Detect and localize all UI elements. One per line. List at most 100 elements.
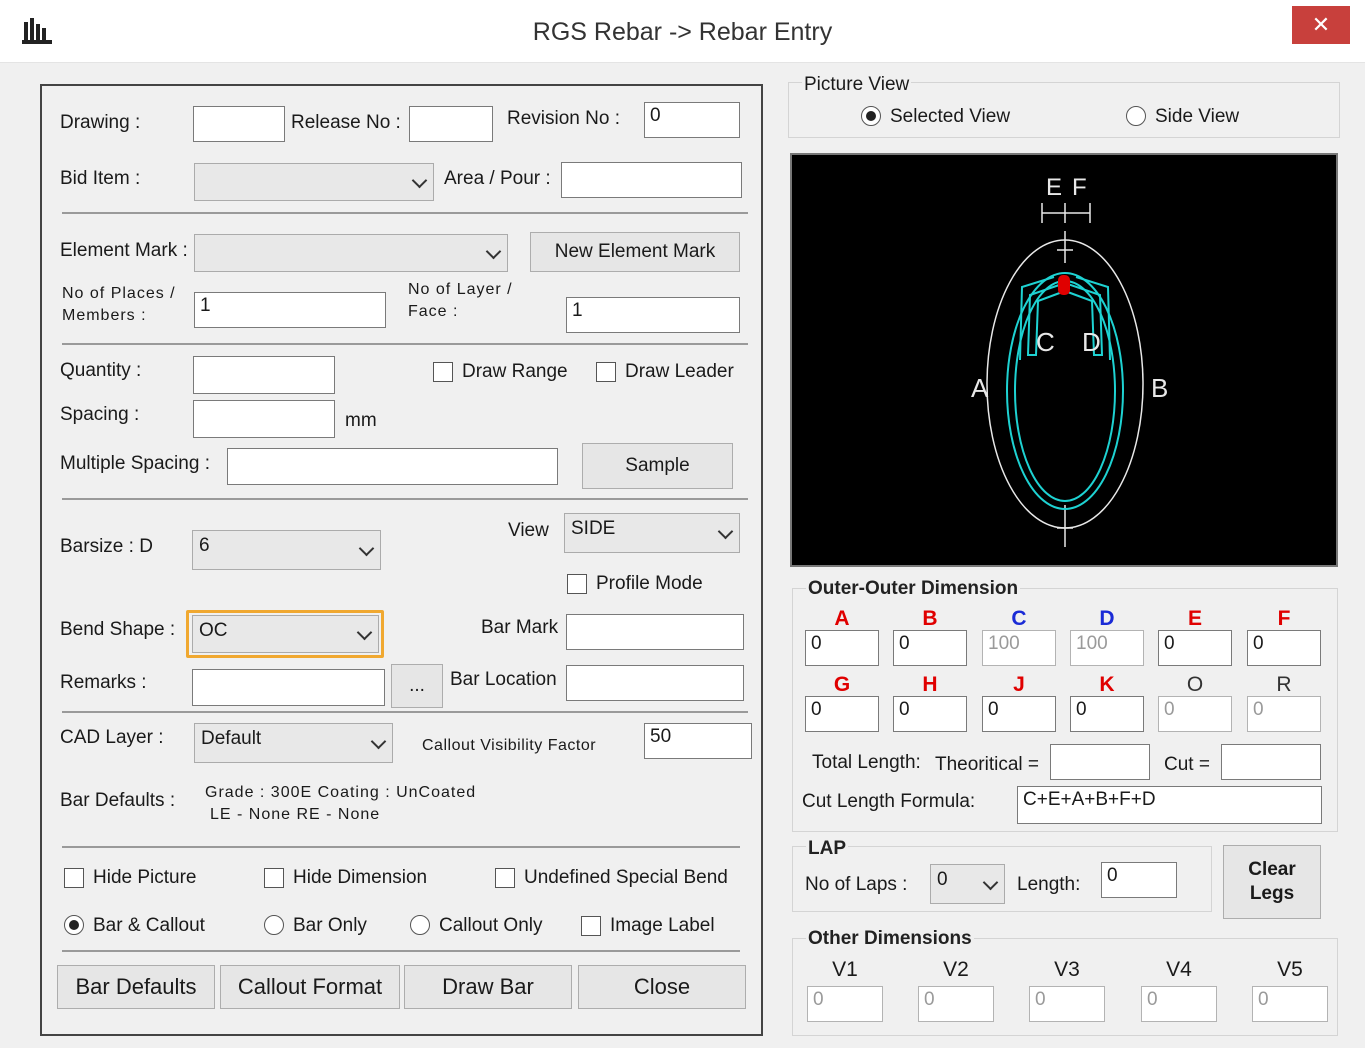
draw-bar-button[interactable]: Draw Bar — [404, 965, 572, 1009]
no-of-laps-value: 0 — [937, 869, 948, 890]
dim-field-g[interactable]: 0 — [805, 696, 879, 732]
area-pour-field[interactable] — [561, 162, 742, 198]
element-mark-select[interactable] — [194, 234, 508, 272]
hide-picture-checkbox[interactable] — [64, 868, 84, 888]
dim-label-a: A — [971, 373, 989, 403]
quantity-field[interactable] — [193, 356, 335, 394]
view-label: View — [508, 520, 549, 541]
bar-mark-field[interactable] — [566, 614, 744, 650]
bar-callout-radio[interactable] — [64, 915, 84, 935]
bar-only-radio[interactable] — [264, 915, 284, 935]
cad-layer-label: CAD Layer : — [60, 727, 164, 748]
bar-location-field[interactable] — [566, 665, 744, 701]
chevron-down-icon — [370, 733, 387, 750]
drawing-field[interactable] — [193, 106, 285, 142]
bid-item-select[interactable] — [194, 163, 434, 201]
spacing-unit: mm — [345, 410, 377, 431]
chevron-down-icon — [358, 540, 375, 557]
remarks-browse-button[interactable]: ... — [391, 664, 443, 708]
remarks-field[interactable] — [192, 669, 385, 706]
other-key-v4: V4 — [1166, 958, 1192, 981]
cut-length-formula-field[interactable]: C+E+A+B+F+D — [1017, 786, 1322, 824]
image-label-checkbox[interactable] — [581, 916, 601, 936]
other-field-v2: 0 — [918, 986, 994, 1022]
other-key-v1: V1 — [832, 958, 858, 981]
bar-defaults-line2: LE - None RE - None — [210, 806, 381, 823]
sample-button[interactable]: Sample — [582, 443, 733, 489]
dim-field-b[interactable]: 0 — [893, 630, 967, 666]
close-button[interactable]: Close — [578, 965, 746, 1009]
barsize-select[interactable]: 6 — [192, 530, 381, 570]
bar-only-label: Bar Only — [293, 915, 367, 936]
callout-format-button[interactable]: Callout Format — [220, 965, 400, 1009]
divider — [62, 212, 748, 214]
release-field[interactable] — [409, 106, 493, 142]
lap-length-label: Length: — [1017, 874, 1081, 895]
no-of-laps-select[interactable]: 0 — [930, 864, 1005, 904]
hide-dimension-checkbox[interactable] — [264, 868, 284, 888]
view-select[interactable]: SIDE — [564, 513, 740, 553]
clear-legs-button[interactable]: Clear Legs — [1223, 845, 1321, 919]
total-length-label: Total Length: — [812, 752, 921, 773]
draw-leader-label: Draw Leader — [625, 361, 734, 382]
dim-field-j[interactable]: 0 — [982, 696, 1056, 732]
bar-defaults-line1: Grade : 300E Coating : UnCoated — [205, 784, 477, 801]
other-field-v3: 0 — [1029, 986, 1105, 1022]
theoretical-length-field[interactable] — [1050, 744, 1150, 780]
bend-shape-select[interactable]: OC — [192, 615, 379, 653]
bar-callout-label: Bar & Callout — [93, 915, 205, 936]
side-view-radio[interactable] — [1126, 106, 1146, 126]
other-key-v2: V2 — [943, 958, 969, 981]
dim-field-a[interactable]: 0 — [805, 630, 879, 666]
close-window-button[interactable]: ✕ — [1292, 6, 1350, 44]
drawing-label: Drawing : — [60, 112, 141, 133]
quantity-label: Quantity : — [60, 360, 142, 381]
other-key-v5: V5 — [1277, 958, 1303, 981]
draw-leader-checkbox[interactable] — [596, 362, 616, 382]
lap-length-field[interactable]: 0 — [1101, 862, 1177, 898]
multiple-spacing-label: Multiple Spacing : — [60, 453, 210, 474]
revision-field[interactable]: 0 — [644, 102, 740, 138]
draw-range-checkbox[interactable] — [433, 362, 453, 382]
element-mark-label: Element Mark : — [60, 240, 188, 261]
profile-mode-label: Profile Mode — [596, 573, 703, 594]
spacing-field[interactable] — [193, 400, 335, 438]
other-field-v5: 0 — [1252, 986, 1328, 1022]
other-field-v1: 0 — [807, 986, 883, 1022]
multiple-spacing-field[interactable] — [227, 448, 558, 485]
hide-picture-label: Hide Picture — [93, 867, 197, 888]
callout-only-radio[interactable] — [410, 915, 430, 935]
bar-defaults-button[interactable]: Bar Defaults — [57, 965, 215, 1009]
dim-label-c: C — [1036, 327, 1055, 357]
places-field[interactable]: 1 — [194, 292, 386, 328]
divider — [62, 498, 748, 500]
profile-mode-checkbox[interactable] — [567, 574, 587, 594]
dim-field-k[interactable]: 0 — [1070, 696, 1144, 732]
chevron-down-icon — [717, 523, 734, 540]
close-icon: ✕ — [1311, 12, 1331, 37]
remarks-label: Remarks : — [60, 672, 147, 693]
dim-key-h: H — [922, 673, 938, 696]
layer-field[interactable]: 1 — [566, 297, 740, 333]
spacing-label: Spacing : — [60, 404, 140, 425]
dim-key-j: J — [1013, 673, 1025, 696]
undefined-special-bend-checkbox[interactable] — [495, 868, 515, 888]
bid-item-label: Bid Item : — [60, 168, 141, 189]
selected-view-radio[interactable] — [861, 106, 881, 126]
cut-length-field[interactable] — [1221, 744, 1321, 780]
callout-factor-field[interactable]: 50 — [644, 723, 752, 759]
bend-shape-label: Bend Shape : — [60, 619, 176, 640]
dim-key-r: R — [1276, 673, 1292, 696]
revision-label: Revision No : — [507, 108, 620, 129]
dim-field-h[interactable]: 0 — [893, 696, 967, 732]
dim-field-d: 100 — [1070, 630, 1144, 666]
new-element-mark-button[interactable]: New Element Mark — [530, 232, 740, 272]
dim-field-e[interactable]: 0 — [1158, 630, 1232, 666]
chevron-down-icon — [485, 243, 502, 260]
cad-layer-select[interactable]: Default — [194, 723, 393, 763]
chevron-down-icon — [982, 874, 999, 891]
dim-label-d: D — [1082, 327, 1101, 357]
divider — [62, 711, 748, 713]
dim-label-e: E — [1046, 174, 1062, 201]
dim-field-f[interactable]: 0 — [1247, 630, 1321, 666]
